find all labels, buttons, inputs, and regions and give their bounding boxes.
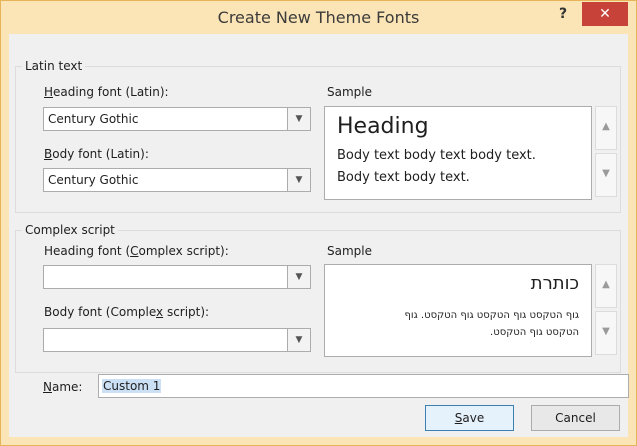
chevron-down-icon[interactable]: ▼ <box>287 329 310 351</box>
latin-group-label: Latin text <box>22 59 86 73</box>
complex-sample-body-line-1: גוף הטקסט גוף הטקסט גוף הטקסט. גוף <box>404 310 579 321</box>
save-button[interactable]: Save <box>425 405 514 431</box>
complex-body-font-combo[interactable]: ▼ <box>43 328 311 352</box>
complex-sample-label: Sample <box>327 244 372 258</box>
latin-body-font-value: Century Gothic <box>48 173 139 187</box>
help-button[interactable]: ? <box>549 6 577 28</box>
dialog-content: Latin text Heading font (Latin): Century… <box>9 34 629 437</box>
name-value: Custom 1 <box>102 379 162 393</box>
complex-sample-body-line-2: הטקסט גוף הטקסט. <box>490 327 579 338</box>
chevron-up-icon[interactable]: ▲ <box>595 106 617 150</box>
latin-sample-label: Sample <box>327 85 372 99</box>
title-bar: Create New Theme Fonts ? ✕ <box>1 1 636 35</box>
chevron-down-icon[interactable]: ▼ <box>287 266 310 288</box>
latin-sample-body-line-2: Body text body text. <box>337 170 470 185</box>
chevron-down-icon[interactable]: ▼ <box>287 108 310 130</box>
cancel-button[interactable]: Cancel <box>531 405 620 431</box>
complex-heading-font-label: Heading font (Complex script): <box>44 244 229 258</box>
latin-sample-body-line-1: Body text body text body text. <box>337 148 536 163</box>
latin-heading-font-combo[interactable]: Century Gothic ▼ <box>43 107 311 131</box>
complex-group-label: Complex script <box>22 223 118 237</box>
complex-body-font-label: Body font (Complex script): <box>44 305 210 319</box>
latin-sample-preview: Heading Body text body text body text. B… <box>324 106 592 200</box>
name-field[interactable]: Custom 1 <box>98 374 629 398</box>
latin-heading-font-label: Heading font (Latin): <box>44 85 169 99</box>
chevron-down-icon[interactable]: ▼ <box>287 169 310 191</box>
latin-body-font-label: Body font (Latin): <box>44 147 149 161</box>
close-button[interactable]: ✕ <box>582 2 628 26</box>
latin-body-font-combo[interactable]: Century Gothic ▼ <box>43 168 311 192</box>
chevron-up-icon[interactable]: ▲ <box>595 264 617 308</box>
complex-sample-heading: כותרת <box>530 273 579 294</box>
latin-sample-heading: Heading <box>337 114 429 139</box>
complex-heading-font-combo[interactable]: ▼ <box>43 265 311 289</box>
chevron-down-icon[interactable]: ▼ <box>595 311 617 355</box>
latin-heading-font-value: Century Gothic <box>48 112 139 126</box>
name-label: Name: <box>43 380 83 394</box>
dialog-title: Create New Theme Fonts <box>217 8 420 27</box>
chevron-down-icon[interactable]: ▼ <box>595 153 617 197</box>
dialog-window: Create New Theme Fonts ? ✕ Latin text He… <box>0 0 637 446</box>
complex-sample-preview: כותרת גוף הטקסט גוף הטקסט גוף הטקסט. גוף… <box>324 264 592 357</box>
